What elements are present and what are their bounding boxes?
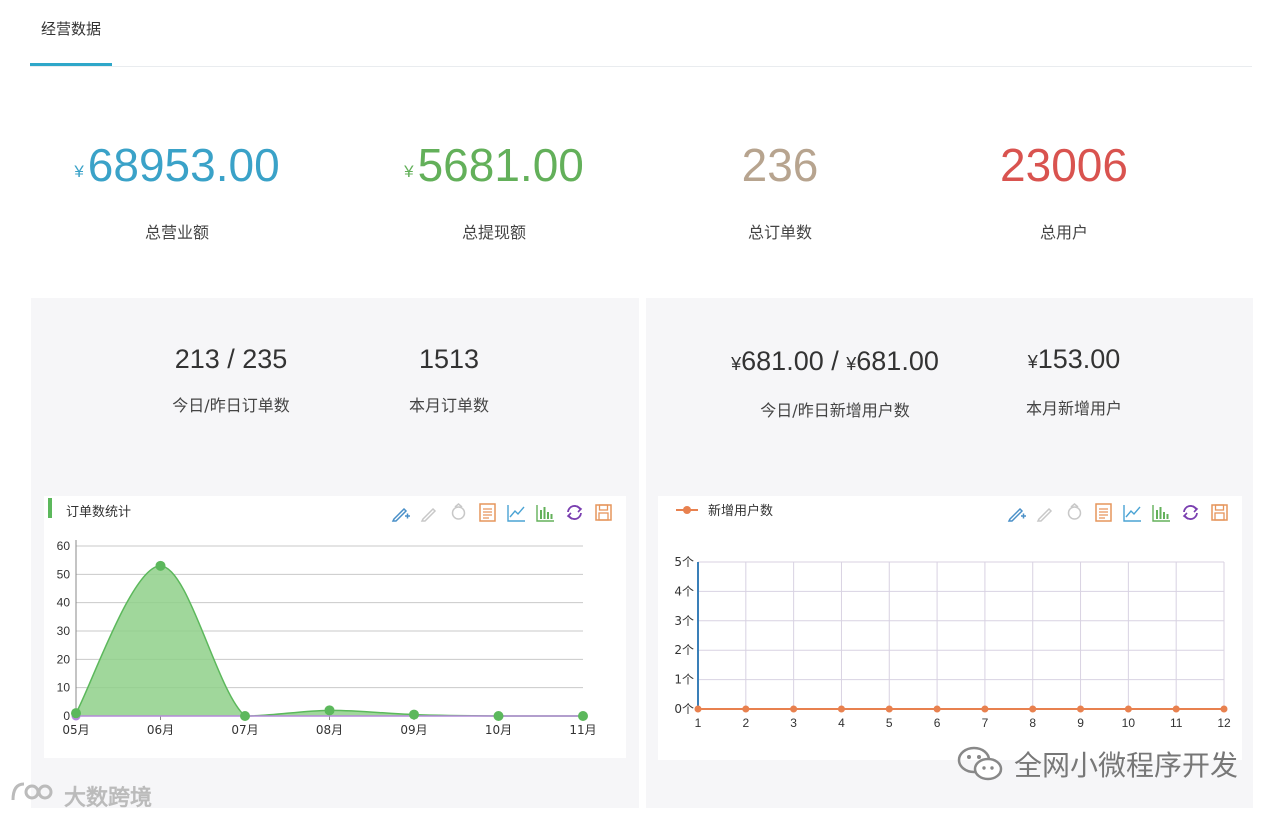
data-point: [1220, 705, 1228, 713]
x-tick-label: 08月: [316, 723, 343, 737]
orders-month-value: 1513: [418, 344, 480, 374]
x-tick-label: 09月: [400, 723, 427, 737]
stat-value: 236: [741, 139, 819, 191]
brand-text: 大数跨境: [64, 786, 153, 811]
data-point: [885, 705, 893, 713]
data-point: [837, 705, 845, 713]
y-tick-label: 0: [63, 709, 70, 723]
users-today-yesterday: ¥681.00 / ¥681.00 今日/昨日新增用户数: [710, 344, 960, 421]
orders-month: 1513 本月订单数: [369, 342, 529, 416]
x-tick-label: 9: [1077, 716, 1084, 730]
y-tick-label: 60: [57, 539, 71, 553]
data-point: [1077, 705, 1085, 713]
x-tick-label: 8: [1029, 716, 1036, 730]
x-tick-label: 4: [838, 716, 845, 730]
y-tick-label: 0个: [674, 702, 694, 716]
users-chart-card: 新增用户数 0个 1个 2个 3个 4个 5个 1 2 3 4 5 6 7 8 9 10 11 12: [658, 496, 1242, 760]
y-tick-label: 50: [57, 567, 71, 581]
wechat-watermark: 全网小微程序开发: [956, 744, 1238, 784]
watermark-text: 全网小微程序开发: [1013, 749, 1238, 782]
users-chart: 0个1个2个3个4个5个1 2 3 4 5 6 7 8 9 10 11 12: [674, 555, 1231, 730]
stat-label: 总用户: [1039, 223, 1088, 242]
data-point: [981, 705, 989, 713]
data-point: [933, 705, 941, 713]
y-tick-label: 10: [57, 681, 71, 695]
y-tick-label: 40: [57, 596, 71, 610]
users-month-value: ¥153.00: [1027, 344, 1121, 374]
x-tick-label: 5: [886, 716, 893, 730]
x-tick-label: 6: [934, 716, 941, 730]
brand-logo-icon: [10, 778, 56, 814]
stat-total-users: 23006 总用户: [914, 135, 1214, 243]
x-tick-label: 7: [982, 716, 989, 730]
x-tick-label: 12: [1217, 716, 1231, 730]
data-point: [1124, 705, 1132, 713]
data-point: [155, 560, 166, 571]
wechat-icon: [956, 744, 1006, 784]
users-month: ¥153.00 本月新增用户: [996, 342, 1152, 419]
stat-value: ¥5681.00: [404, 139, 584, 191]
y-tick-label: 20: [57, 652, 71, 666]
y-tick-label: 5个: [674, 555, 694, 569]
x-tick-label: 11: [1170, 716, 1183, 730]
data-point: [409, 709, 419, 720]
y-tick-label: 30: [57, 624, 71, 638]
orders-month-label: 本月订单数: [408, 396, 489, 415]
x-tick-label: 10: [1122, 716, 1136, 730]
tab-business-data[interactable]: 经营数据: [30, 18, 112, 39]
x-tick-label: 10月: [485, 723, 512, 737]
x-tick-label: 11月: [569, 723, 596, 737]
orders-chart: 0 10 20 30 40 50 60 05月 06月 07月 08月 09月 10月 11月: [57, 539, 597, 737]
x-tick-label: 05月: [62, 723, 89, 737]
brand-watermark: 大数跨境: [10, 778, 152, 814]
stat-label: 总营业额: [144, 223, 209, 242]
tab-active-indicator: [30, 63, 112, 66]
stat-label: 总提现额: [461, 223, 526, 242]
x-tick-label: 07月: [231, 723, 258, 737]
orders-panel: 213 / 235 今日/昨日订单数 1513 本月订单数 订单数统计 0 10 2…: [31, 298, 639, 808]
x-tick-label: 2: [742, 716, 749, 730]
users-month-label: 本月新增用户: [1025, 399, 1122, 418]
orders-today-yesterday-value: 213 / 235: [174, 344, 288, 374]
data-point: [240, 711, 250, 721]
y-tick-label: 1个: [674, 673, 694, 687]
x-tick-label: 06月: [147, 723, 174, 737]
orders-chart-card: 订单数统计 0 10 20 30 40 50 60 05月 06月 07月 08月 09月 10月 11月: [44, 496, 626, 758]
orders-today-yesterday: 213 / 235 今日/昨日订单数: [141, 342, 321, 416]
x-tick-label: 3: [790, 716, 797, 730]
series-area: [76, 565, 583, 716]
stat-total-withdrawal: ¥5681.00 总提现额: [344, 135, 644, 243]
data-point: [1029, 705, 1037, 713]
tab-bar: 经营数据: [30, 0, 1252, 67]
y-tick-label: 3个: [674, 614, 694, 628]
stat-value: ¥68953.00: [74, 139, 280, 191]
y-tick-label: 4个: [674, 584, 694, 598]
users-today-yesterday-label: 今日/昨日新增用户数: [760, 401, 910, 420]
data-point: [578, 711, 588, 721]
stat-label: 总订单数: [747, 223, 812, 242]
stat-total-orders: 236 总订单数: [630, 135, 930, 243]
y-tick-label: 2个: [674, 643, 694, 657]
data-point: [694, 705, 702, 713]
data-point: [324, 705, 335, 716]
users-today-yesterday-value: ¥681.00 / ¥681.00: [731, 346, 939, 376]
data-point: [790, 705, 798, 713]
data-point: [493, 711, 504, 721]
orders-today-yesterday-label: 今日/昨日订单数: [172, 396, 290, 415]
data-point: [71, 708, 81, 719]
users-panel: ¥681.00 / ¥681.00 今日/昨日新增用户数 ¥153.00 本月新…: [646, 298, 1253, 808]
stat-total-revenue: ¥68953.00 总营业额: [27, 135, 327, 243]
data-point: [742, 705, 750, 713]
data-point: [1172, 705, 1180, 713]
stat-value: 23006: [1000, 139, 1128, 191]
x-tick-label: 1: [695, 716, 702, 730]
